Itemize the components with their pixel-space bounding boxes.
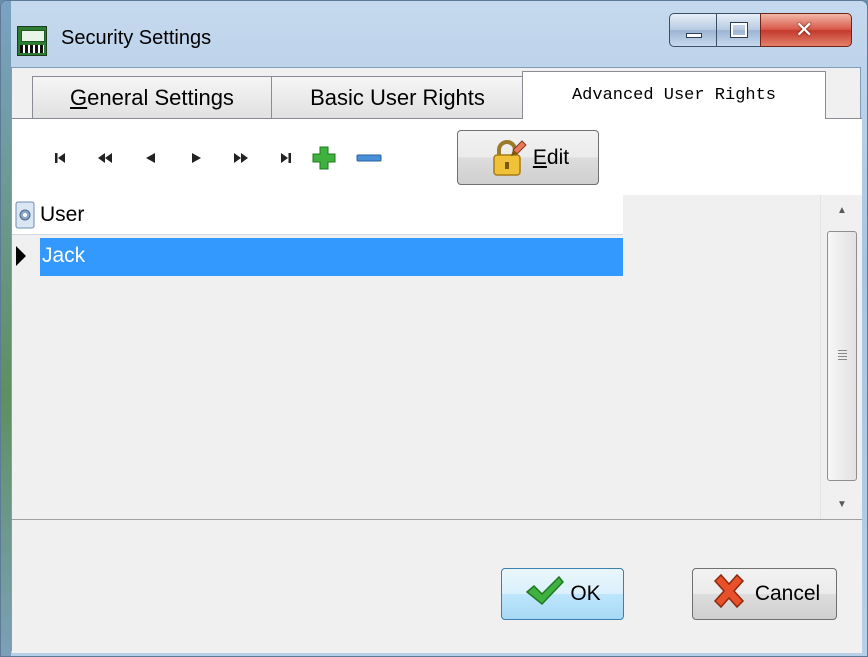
grid-header: User <box>12 195 623 235</box>
last-record-icon[interactable] <box>268 143 298 173</box>
scroll-thumb[interactable] <box>827 231 857 481</box>
user-cell[interactable]: Jack <box>40 238 623 276</box>
dialog-footer: OK Cancel <box>12 519 862 653</box>
cancel-button[interactable]: Cancel <box>692 568 837 620</box>
next-page-icon[interactable] <box>224 143 254 173</box>
cancel-label: Cancel <box>754 582 821 605</box>
app-icon <box>17 26 47 56</box>
edit-label: Edit <box>533 146 569 170</box>
edit-button[interactable]: Edit <box>457 130 599 185</box>
tab-panel-advanced: Edit User Jack ▲ ▼ OK Cancel <box>12 118 862 653</box>
scroll-up-icon[interactable]: ▲ <box>821 195 863 225</box>
edit-mnemonic: E <box>532 145 547 169</box>
next-record-icon[interactable] <box>180 143 210 173</box>
caption-buttons: ✕ <box>669 13 859 47</box>
vertical-scrollbar[interactable]: ▲ ▼ <box>820 195 862 519</box>
ok-button[interactable]: OK <box>501 568 624 620</box>
prior-record-icon[interactable] <box>137 143 167 173</box>
delete-record-icon[interactable] <box>354 143 384 173</box>
ok-label: OK <box>570 582 601 605</box>
tab-general-settings[interactable]: General Settings <box>32 76 272 118</box>
column-header-user[interactable]: User <box>40 203 84 227</box>
security-settings-window: Security Settings ✕ General Settings Bas… <box>0 0 868 657</box>
minimize-button[interactable] <box>669 13 717 47</box>
minimize-icon <box>686 33 702 38</box>
prior-page-icon[interactable] <box>92 143 122 173</box>
close-button[interactable]: ✕ <box>760 13 852 47</box>
current-row-indicator-icon <box>16 246 26 266</box>
lock-edit-icon <box>487 138 527 178</box>
tab-advanced-label: Advanced User Rights <box>571 86 777 105</box>
users-grid[interactable]: User Jack ▲ ▼ <box>12 195 862 519</box>
desktop-background <box>1 1 11 656</box>
checkmark-icon <box>524 575 565 613</box>
tab-advanced-user-rights[interactable]: Advanced User Rights <box>522 71 826 119</box>
navigator-toolbar: Edit <box>12 119 862 195</box>
x-icon <box>709 571 749 617</box>
window-title: Security Settings <box>61 27 212 49</box>
edit-label-rest: dit <box>546 145 570 169</box>
close-icon: ✕ <box>795 17 814 42</box>
dialog-client-area: General Settings Basic User Rights Advan… <box>11 67 862 653</box>
tab-general-mnemonic: G <box>70 84 88 110</box>
title-bar[interactable]: Security Settings ✕ <box>1 1 867 67</box>
tab-general-label-rest: eneral Settings <box>87 84 234 110</box>
maximize-button[interactable] <box>716 13 761 47</box>
gear-icon[interactable] <box>14 201 36 229</box>
tab-basic-label: Basic User Rights <box>310 84 485 110</box>
maximize-icon <box>730 22 748 38</box>
add-record-icon[interactable] <box>309 143 339 173</box>
first-record-icon[interactable] <box>48 143 78 173</box>
tab-basic-user-rights[interactable]: Basic User Rights <box>271 76 524 118</box>
scroll-down-icon[interactable]: ▼ <box>821 489 863 519</box>
tab-strip: General Settings Basic User Rights Advan… <box>12 68 862 119</box>
grip-icon <box>838 350 847 360</box>
table-row[interactable]: Jack <box>12 238 623 276</box>
